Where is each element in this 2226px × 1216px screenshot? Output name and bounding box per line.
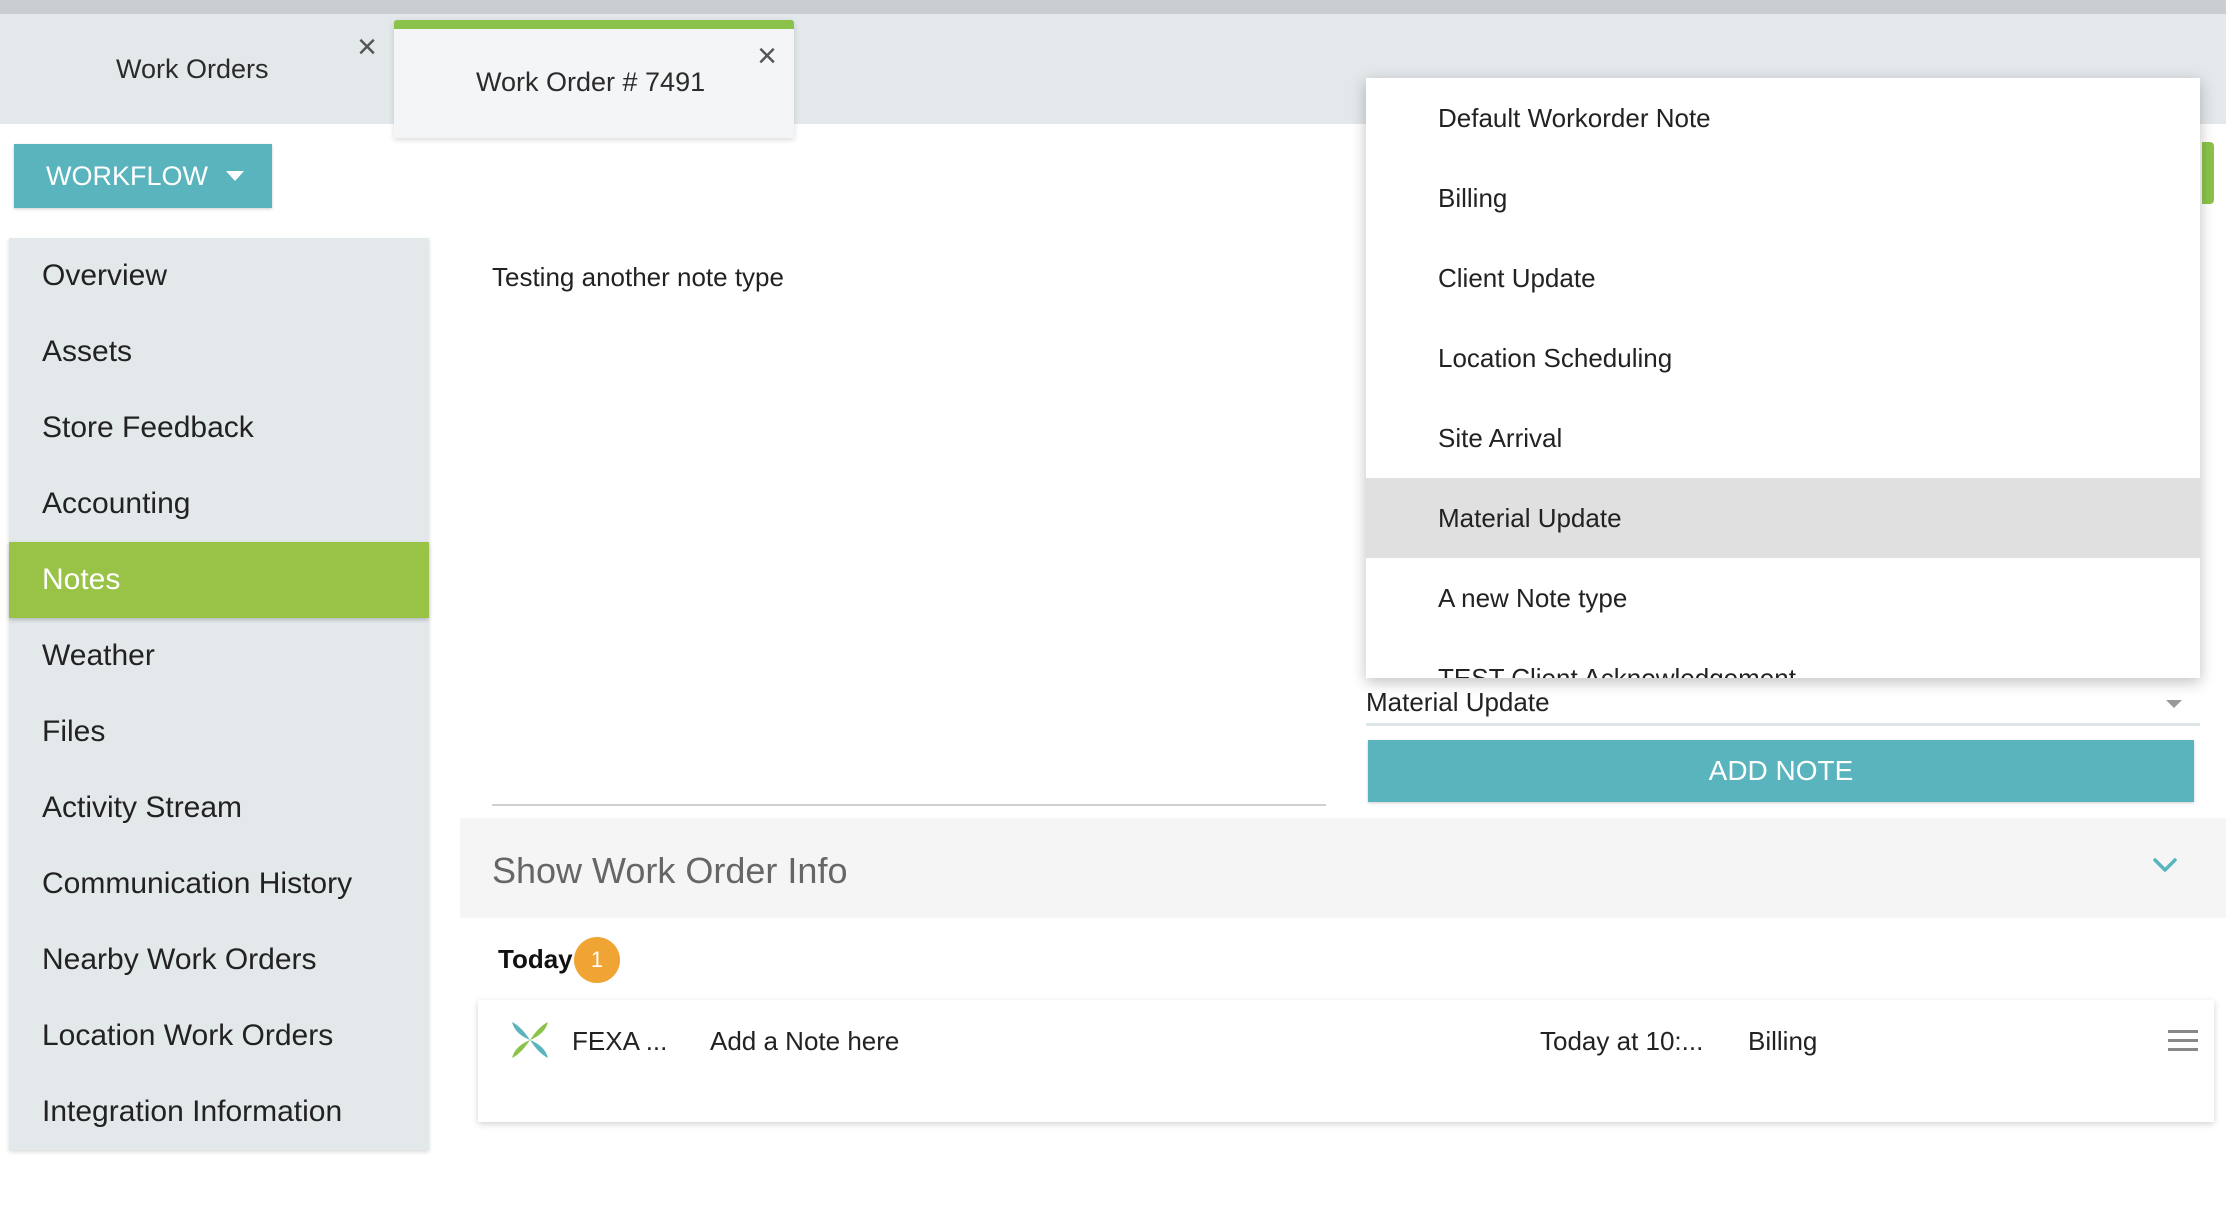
note-author: FEXA ... <box>572 1026 668 1056</box>
fexa-logo-icon <box>512 1022 548 1058</box>
sidebar-item-assets[interactable]: Assets <box>9 314 429 390</box>
dropdown-option[interactable]: Default Workorder Note <box>1366 78 2200 158</box>
chevron-down-icon <box>2153 858 2177 872</box>
sidebar-item-label: Files <box>42 715 106 748</box>
note-editor-text[interactable]: Testing another note type <box>492 262 784 293</box>
note-type-select-value: Material Update <box>1366 687 1550 717</box>
sidebar-item-label: Nearby Work Orders <box>42 943 317 976</box>
dropdown-option-label: A new Note type <box>1438 582 1628 613</box>
sidebar-item-weather[interactable]: Weather <box>9 618 429 694</box>
sidebar-item-nearby-work-orders[interactable]: Nearby Work Orders <box>9 922 429 998</box>
close-icon[interactable]: × <box>352 30 382 64</box>
sidebar-item-label: Notes <box>42 563 121 596</box>
notes-group-label: Today <box>498 944 573 974</box>
action-button-edge[interactable] <box>2202 142 2214 204</box>
note-type-select[interactable]: Material Update <box>1366 682 2200 726</box>
sidebar-item-label: Location Work Orders <box>42 1019 334 1052</box>
sidebar-item-accounting[interactable]: Accounting <box>9 466 429 542</box>
dropdown-option-label: Material Update <box>1438 502 1622 533</box>
caret-down-icon <box>226 171 244 181</box>
sidebar-item-store-feedback[interactable]: Store Feedback <box>9 390 429 466</box>
sidebar-item-label: Overview <box>42 259 168 292</box>
note-body: Add a Note here <box>710 1026 900 1056</box>
work-order-info-title: Show Work Order Info <box>492 850 848 891</box>
sidebar-item-files[interactable]: Files <box>9 694 429 770</box>
workflow-label: WORKFLOW <box>46 160 208 191</box>
tab-label: Work Orders <box>116 54 269 84</box>
tab-work-orders[interactable]: Work Orders × <box>0 14 390 124</box>
sidebar-nav: Overview Assets Store Feedback Accountin… <box>9 238 429 1150</box>
add-note-button[interactable]: ADD NOTE <box>1368 740 2194 802</box>
sidebar-item-label: Communication History <box>42 867 353 900</box>
sidebar-item-label: Activity Stream <box>42 791 243 824</box>
sidebar-item-communication-history[interactable]: Communication History <box>9 846 429 922</box>
dropdown-option[interactable]: Billing <box>1366 158 2200 238</box>
workflow-button[interactable]: WORKFLOW <box>14 144 272 208</box>
dropdown-option-label: Location Scheduling <box>1438 342 1673 373</box>
note-editor-underline <box>492 804 1326 806</box>
sidebar-item-label: Weather <box>42 639 155 672</box>
hamburger-menu-icon[interactable] <box>2168 1030 2198 1052</box>
dropdown-option-highlighted[interactable]: Material Update <box>1366 478 2200 558</box>
sidebar-item-activity-stream[interactable]: Activity Stream <box>9 770 429 846</box>
dropdown-option[interactable]: Client Update <box>1366 238 2200 318</box>
tab-work-order-7491[interactable]: Work Order # 7491 × <box>394 20 794 138</box>
note-list-item[interactable]: FEXA ... Add a Note here Today at 10:...… <box>478 1000 2214 1122</box>
dropdown-arrow-icon <box>2166 700 2182 708</box>
dropdown-option[interactable]: A new Note type <box>1366 558 2200 638</box>
close-icon[interactable]: × <box>752 39 782 73</box>
dropdown-option-label: Billing <box>1438 182 1508 213</box>
dropdown-option-label: Default Workorder Note <box>1438 102 1711 133</box>
sidebar-item-label: Store Feedback <box>42 411 254 444</box>
dropdown-option-label: Client Update <box>1438 262 1596 293</box>
sidebar-item-integration-information[interactable]: Integration Information <box>9 1074 429 1150</box>
sidebar-item-overview[interactable]: Overview <box>9 238 429 314</box>
work-order-info-toggle[interactable]: Show Work Order Info <box>460 818 2226 918</box>
dropdown-option[interactable]: Location Scheduling <box>1366 318 2200 398</box>
sidebar-item-location-work-orders[interactable]: Location Work Orders <box>9 998 429 1074</box>
notes-count-badge: 1 <box>574 937 620 983</box>
note-timestamp: Today at 10:... <box>1540 1026 1704 1056</box>
dropdown-option-label: Site Arrival <box>1438 422 1563 453</box>
dropdown-option[interactable]: Site Arrival <box>1366 398 2200 478</box>
note-type-dropdown-menu: Default Workorder Note Billing Client Up… <box>1366 78 2200 678</box>
tab-label: Work Order # 7491 <box>476 67 706 97</box>
dropdown-option-label: TEST Client Acknowledgement <box>1438 662 1796 679</box>
sidebar-item-label: Accounting <box>42 487 191 520</box>
sidebar-item-notes[interactable]: Notes <box>9 542 429 618</box>
sidebar-item-label: Assets <box>42 335 133 368</box>
window-top-border <box>0 0 2226 14</box>
dropdown-option[interactable]: TEST Client Acknowledgement <box>1366 638 2200 679</box>
note-type: Billing <box>1748 1026 1818 1056</box>
sidebar-item-label: Integration Information <box>42 1095 343 1128</box>
